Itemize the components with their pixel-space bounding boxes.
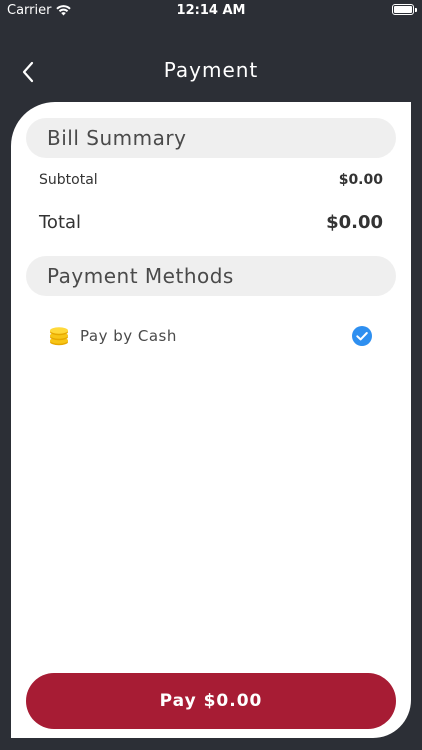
- page-title: Payment: [163, 58, 259, 82]
- total-label: Total: [39, 212, 82, 233]
- total-row: Total $0.00: [39, 212, 383, 233]
- payment-method-label: Pay by Cash: [80, 327, 177, 345]
- check-circle-icon[interactable]: [351, 325, 373, 347]
- payment-card: Bill Summary Subtotal $0.00 Total $0.00 …: [11, 102, 411, 738]
- nav-bar: Payment: [0, 48, 422, 96]
- payment-method-item[interactable]: Pay by Cash: [48, 324, 373, 348]
- status-time: 12:14 AM: [176, 3, 246, 18]
- payment-methods-header: Payment Methods: [26, 256, 396, 296]
- subtotal-value: $0.00: [338, 172, 383, 188]
- subtotal-label: Subtotal: [39, 172, 98, 188]
- coins-icon: [50, 327, 68, 346]
- bill-summary-header: Bill Summary: [26, 118, 396, 158]
- subtotal-row: Subtotal $0.00: [39, 172, 383, 188]
- battery-icon: [392, 4, 417, 15]
- status-bar: Carrier 12:14 AM: [0, 0, 422, 22]
- total-value: $0.00: [326, 212, 383, 233]
- pay-button[interactable]: Pay $0.00: [26, 673, 396, 729]
